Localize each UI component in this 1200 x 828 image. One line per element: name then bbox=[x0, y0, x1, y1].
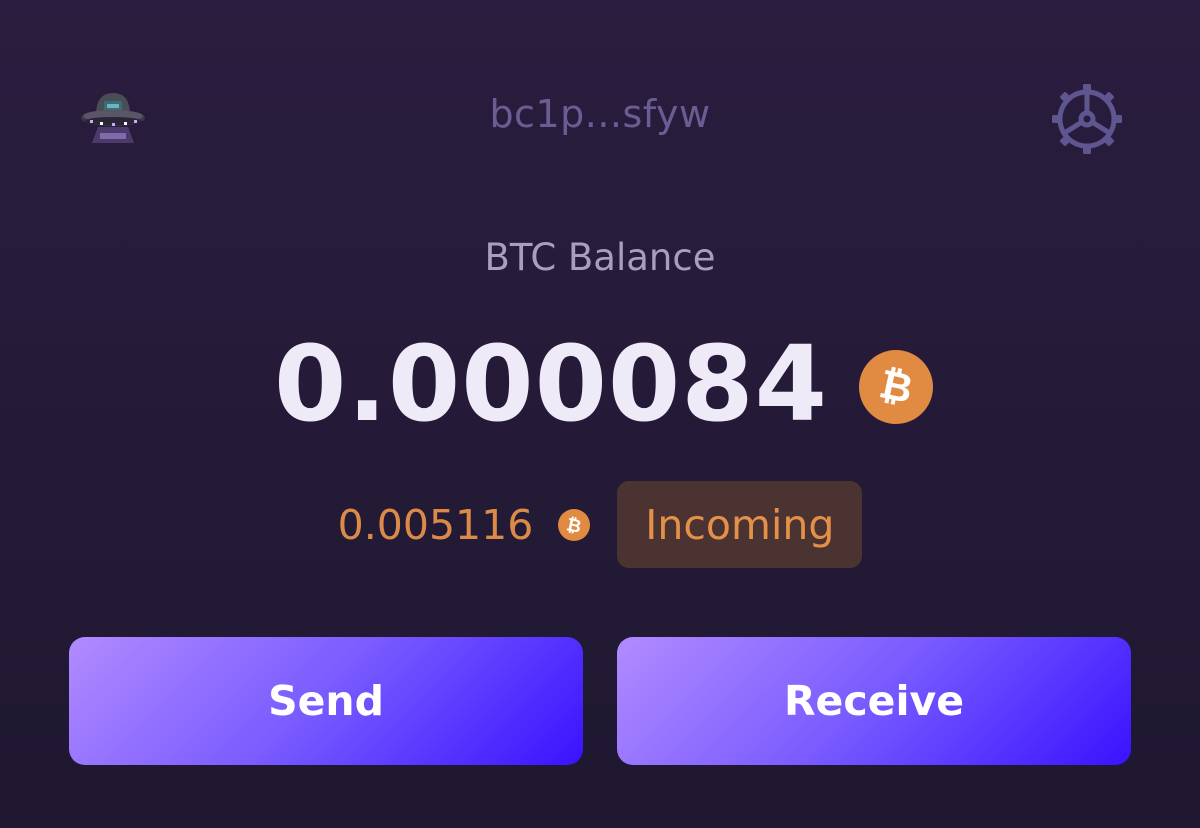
bitcoin-icon: ₿ bbox=[858, 349, 934, 425]
bitcoin-icon: ₿ bbox=[557, 508, 591, 542]
balance-value: 0.000084 bbox=[273, 323, 829, 445]
wallet-address[interactable]: bc1p...sfyw bbox=[0, 92, 1200, 136]
incoming-badge: Incoming bbox=[617, 481, 863, 568]
balance-label: BTC Balance bbox=[484, 236, 716, 279]
balance-row: 0.000084 ₿ bbox=[0, 332, 1200, 436]
receive-button[interactable]: Receive bbox=[617, 637, 1131, 765]
gear-icon[interactable] bbox=[1048, 80, 1126, 158]
incoming-row: 0.005116 ₿ Incoming bbox=[0, 481, 1200, 568]
incoming-value: 0.005116 bbox=[337, 500, 534, 549]
wallet-screen: bc1p...sfyw BTC Balance 0.000084 ₿ 0.005… bbox=[0, 0, 1200, 828]
send-button[interactable]: Send bbox=[69, 637, 583, 765]
